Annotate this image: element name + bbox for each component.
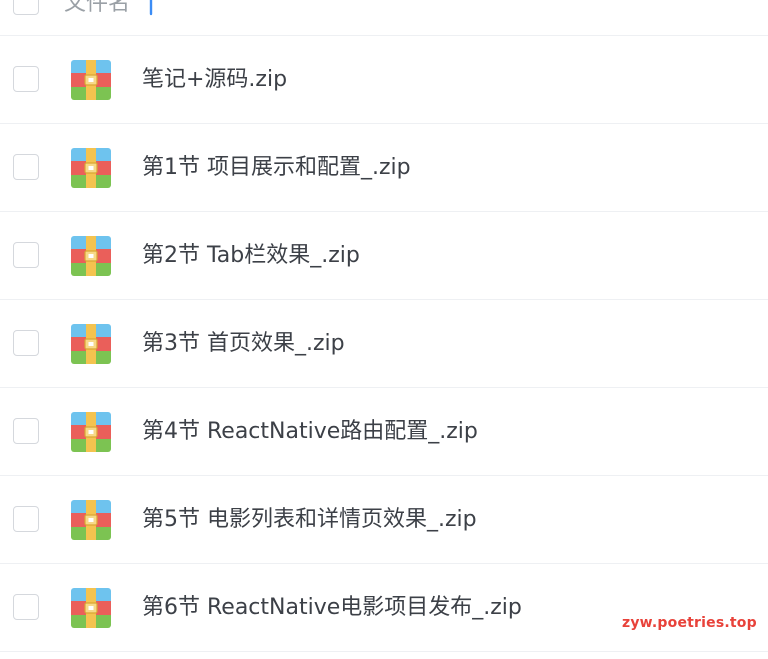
arrow-up-icon[interactable] bbox=[146, 0, 156, 16]
file-checkbox[interactable] bbox=[13, 594, 39, 620]
file-name[interactable]: 第4节 ReactNative路由配置_.zip bbox=[142, 416, 478, 448]
list-header: 文件名 bbox=[0, 0, 768, 36]
zip-archive-icon bbox=[71, 324, 111, 364]
zip-archive-icon bbox=[71, 412, 111, 452]
file-name[interactable]: 第5节 电影列表和详情页效果_.zip bbox=[142, 504, 477, 536]
file-name[interactable]: 笔记+源码.zip bbox=[142, 64, 287, 96]
file-name[interactable]: 第2节 Tab栏效果_.zip bbox=[142, 240, 360, 272]
file-name[interactable]: 第3节 首页效果_.zip bbox=[142, 328, 345, 360]
file-row[interactable]: 第5节 电影列表和详情页效果_.zip bbox=[0, 476, 768, 564]
zip-archive-icon bbox=[71, 236, 111, 276]
file-list: 笔记+源码.zip 第1节 项目展示和配置_.zip 第2节 Tab栏效果_.z… bbox=[0, 36, 768, 652]
file-checkbox[interactable] bbox=[13, 418, 39, 444]
zip-archive-icon bbox=[71, 60, 111, 100]
file-checkbox[interactable] bbox=[13, 242, 39, 268]
zip-archive-icon bbox=[71, 500, 111, 540]
file-checkbox[interactable] bbox=[13, 506, 39, 532]
file-checkbox[interactable] bbox=[13, 330, 39, 356]
file-row[interactable]: 第1节 项目展示和配置_.zip bbox=[0, 124, 768, 212]
file-row[interactable]: 第3节 首页效果_.zip bbox=[0, 300, 768, 388]
file-row[interactable]: 第2节 Tab栏效果_.zip bbox=[0, 212, 768, 300]
file-row[interactable]: 第4节 ReactNative路由配置_.zip bbox=[0, 388, 768, 476]
file-name[interactable]: 第6节 ReactNative电影项目发布_.zip bbox=[142, 592, 522, 624]
file-checkbox[interactable] bbox=[13, 66, 39, 92]
zip-archive-icon bbox=[71, 588, 111, 628]
column-header-filename[interactable]: 文件名 bbox=[64, 0, 130, 20]
file-row[interactable]: 第6节 ReactNative电影项目发布_.zip bbox=[0, 564, 768, 652]
file-checkbox[interactable] bbox=[13, 154, 39, 180]
watermark: zyw.poetries.top bbox=[622, 615, 757, 631]
file-list-page: 文件名 笔记+源码.zip 第1节 项目展示和配置_.zip 第2节 Tab栏效… bbox=[0, 0, 768, 659]
select-all-checkbox[interactable] bbox=[13, 0, 39, 15]
file-name[interactable]: 第1节 项目展示和配置_.zip bbox=[142, 152, 411, 184]
zip-archive-icon bbox=[71, 148, 111, 188]
file-row[interactable]: 笔记+源码.zip bbox=[0, 36, 768, 124]
